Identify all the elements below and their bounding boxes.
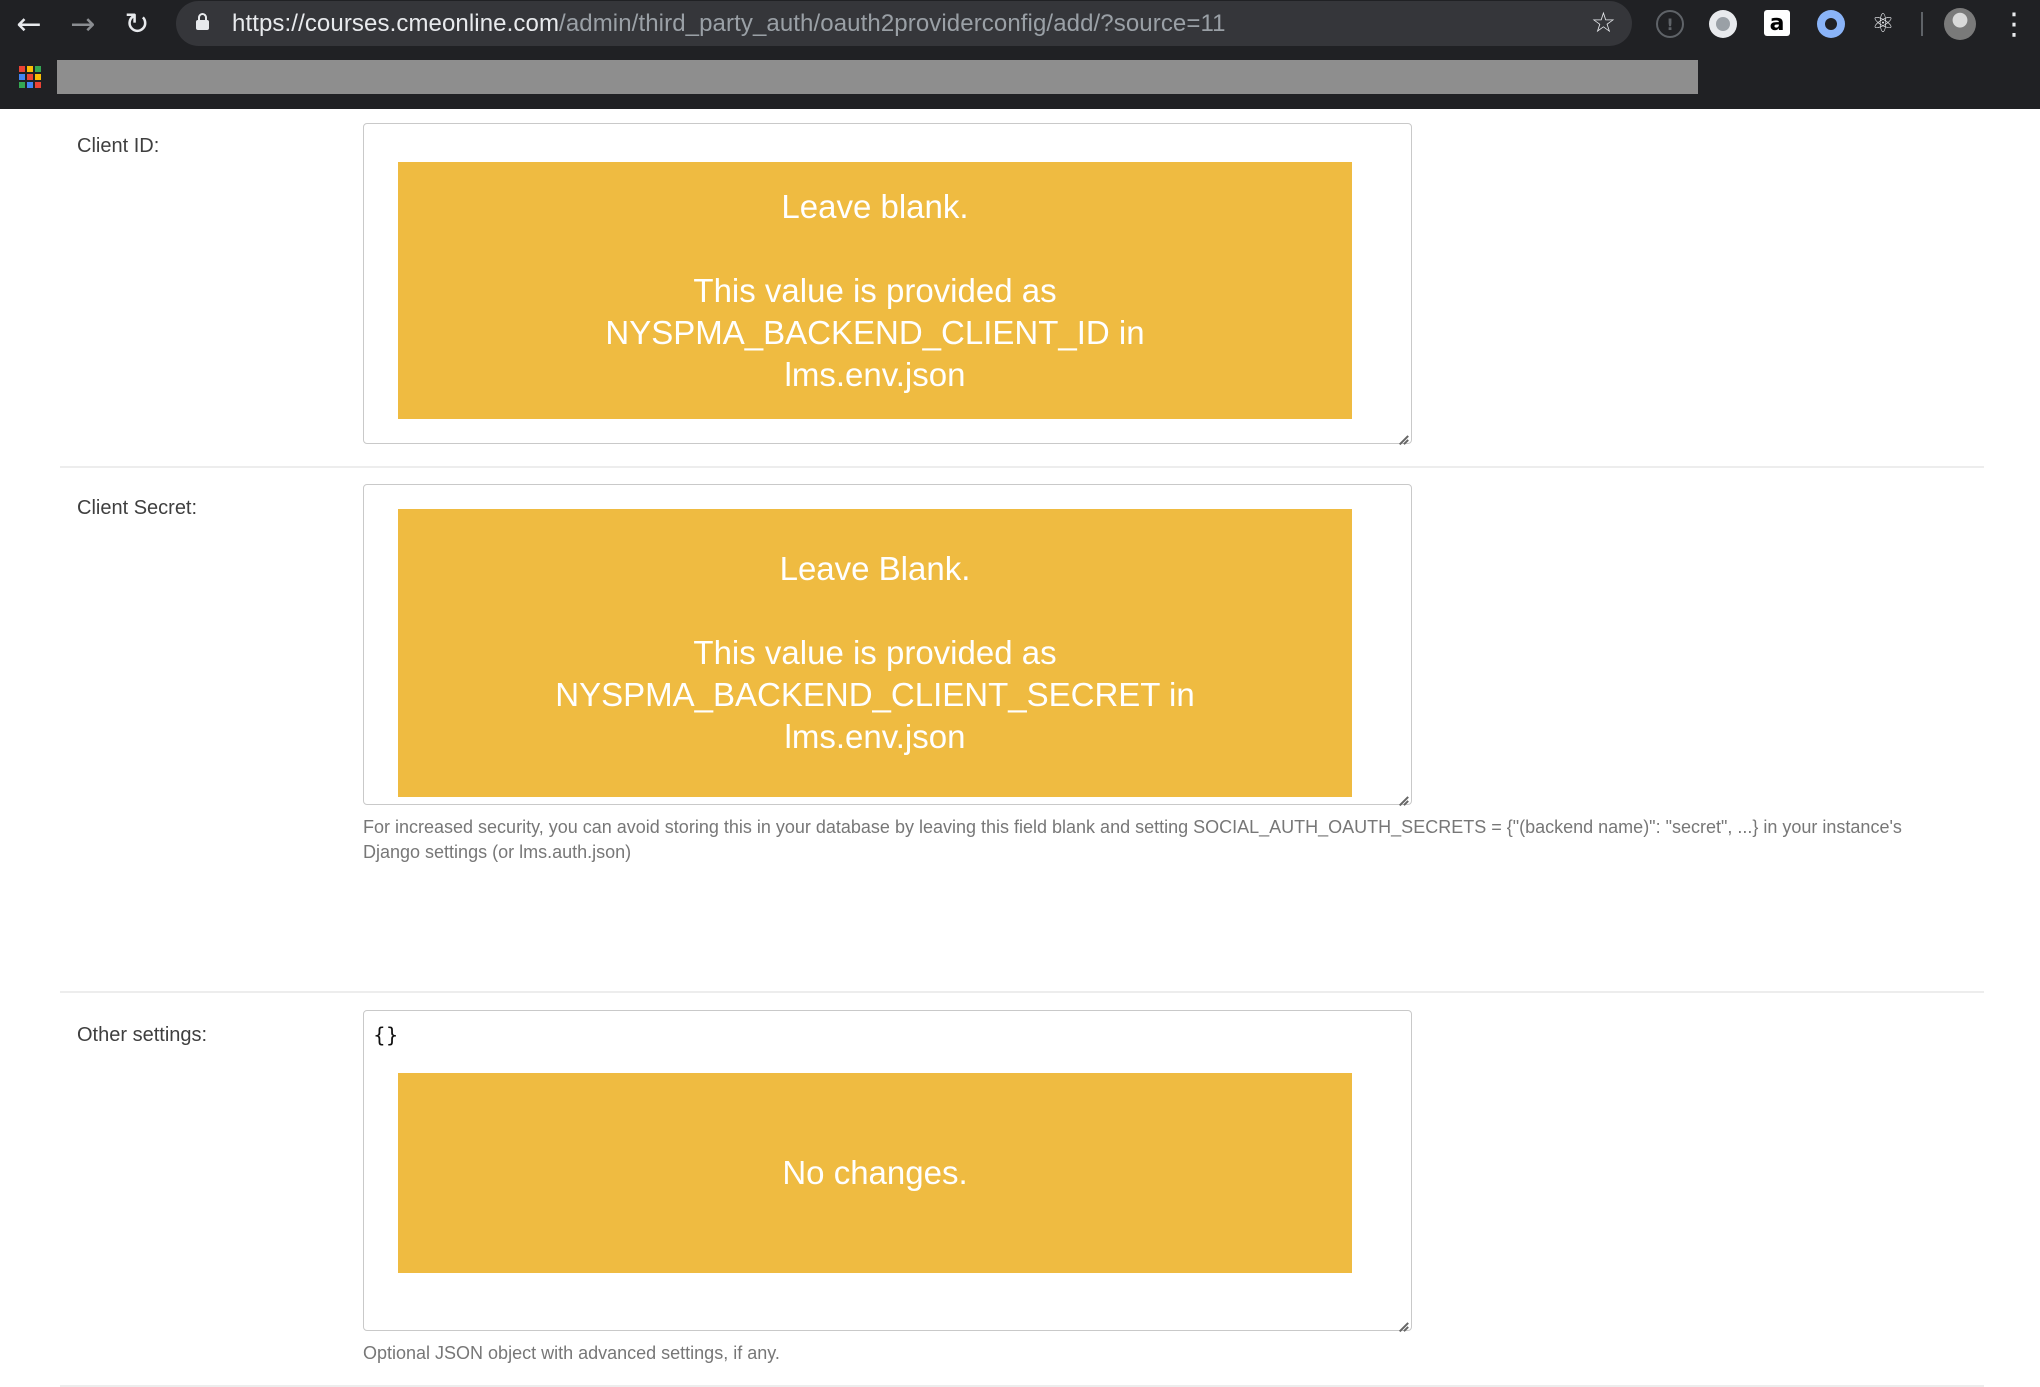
- url-text[interactable]: https://courses.cmeonline.com/admin/thir…: [232, 10, 1226, 38]
- apps-grid-icon[interactable]: [19, 66, 41, 88]
- client-id-note-line2: This value is provided as: [693, 271, 1057, 309]
- apps-grid-dot: [27, 66, 33, 72]
- toolbar-divider: [1921, 12, 1923, 36]
- amazon-icon[interactable]: a: [1764, 10, 1790, 36]
- apps-grid-dot: [27, 74, 33, 80]
- client-id-note-line3: NYSPMA_BACKEND_CLIENT_ID in: [605, 313, 1145, 351]
- info-icon[interactable]: !: [1656, 10, 1684, 38]
- star-icon[interactable]: ☆: [1591, 7, 1616, 39]
- bookmarks-bar: [0, 48, 2040, 109]
- arrow-right-icon: →: [70, 6, 96, 42]
- ring-extension-icon[interactable]: [1817, 10, 1845, 38]
- client-secret-annotation: Leave Blank. This value is provided as N…: [398, 509, 1352, 797]
- url-host: https://courses.cmeonline.com: [232, 10, 560, 37]
- client-id-textarea[interactable]: Leave blank. This value is provided as N…: [363, 123, 1412, 444]
- client-secret-note-line1: Leave Blank.: [779, 550, 971, 587]
- client-id-row: Client ID: Leave blank. This value is pr…: [60, 109, 1984, 468]
- client-id-note-line1: Leave blank.: [781, 187, 969, 225]
- client-id-label: Client ID:: [77, 135, 160, 157]
- circle-extension-icon[interactable]: [1709, 10, 1737, 38]
- client-secret-label: Client Secret:: [77, 497, 198, 519]
- other-settings-label: Other settings:: [77, 1024, 208, 1046]
- resize-handle[interactable]: [1397, 790, 1409, 802]
- apps-grid-dot: [35, 82, 41, 88]
- other-settings-note: No changes.: [782, 1154, 968, 1191]
- apps-grid-dot: [19, 66, 25, 72]
- apps-grid-dot: [35, 66, 41, 72]
- other-settings-help-text: Optional JSON object with advanced setti…: [363, 1343, 780, 1363]
- resize-handle[interactable]: [1397, 429, 1409, 441]
- client-id-annotation: Leave blank. This value is provided as N…: [398, 162, 1352, 419]
- reload-icon: ↻: [124, 6, 150, 42]
- resize-handle[interactable]: [1397, 1316, 1409, 1328]
- client-secret-note-line4: lms.env.json: [784, 718, 966, 755]
- redacted-bookmarks: [57, 60, 1698, 94]
- avatar[interactable]: [1944, 8, 1976, 40]
- other-settings-textarea[interactable]: {} No changes.: [363, 1010, 1412, 1331]
- client-secret-help-text: For increased security, you can avoid st…: [363, 815, 2003, 865]
- apps-grid-dot: [35, 74, 41, 80]
- forward-button[interactable]: →: [63, 4, 103, 44]
- url-path: /admin/third_party_auth/oauth2providerco…: [559, 10, 1226, 37]
- browser-toolbar: ← → ↻ https://courses.cmeonline.com/admi…: [0, 0, 2040, 48]
- apps-grid-dot: [19, 74, 25, 80]
- other-settings-annotation: No changes.: [398, 1073, 1352, 1273]
- address-bar[interactable]: https://courses.cmeonline.com/admin/thir…: [176, 1, 1632, 46]
- apps-grid-dot: [19, 82, 25, 88]
- lock-icon[interactable]: [196, 13, 209, 30]
- client-secret-help-line1: For increased security, you can avoid st…: [363, 817, 1902, 837]
- other-settings-row: Other settings: {} No changes. Optional …: [60, 885, 1984, 1387]
- client-secret-note-line2: This value is provided as: [693, 634, 1057, 671]
- client-secret-help-line2: Django settings (or lms.auth.json): [363, 842, 632, 862]
- apps-grid-dot: [27, 82, 33, 88]
- client-secret-note-line3: NYSPMA_BACKEND_CLIENT_SECRET in: [555, 676, 1195, 713]
- arrow-left-icon: ←: [16, 6, 42, 42]
- kebab-menu-icon[interactable]: ⋮: [1999, 4, 2029, 44]
- client-secret-textarea[interactable]: Leave Blank. This value is provided as N…: [363, 484, 1412, 805]
- other-settings-value: {}: [373, 1023, 399, 1047]
- atom-icon[interactable]: ⚛: [1869, 9, 1897, 39]
- back-button[interactable]: ←: [9, 4, 49, 44]
- reload-button[interactable]: ↻: [117, 4, 157, 44]
- client-id-note-line4: lms.env.json: [784, 355, 966, 393]
- browser-chrome: ← → ↻ https://courses.cmeonline.com/admi…: [0, 0, 2040, 109]
